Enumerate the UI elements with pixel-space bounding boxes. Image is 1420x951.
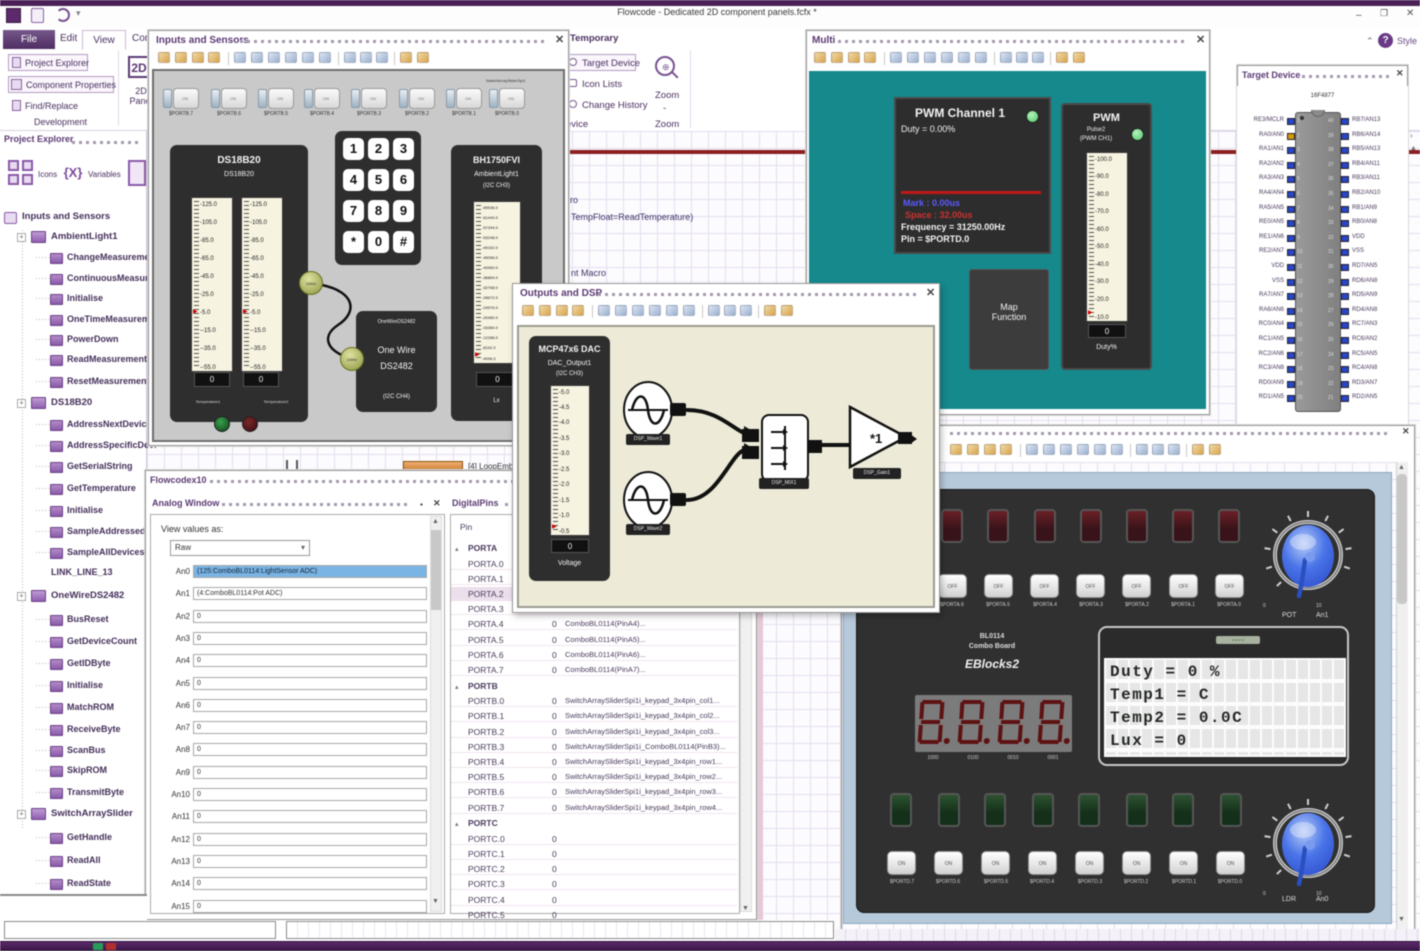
svg-text:*1: *1 (870, 431, 882, 446)
